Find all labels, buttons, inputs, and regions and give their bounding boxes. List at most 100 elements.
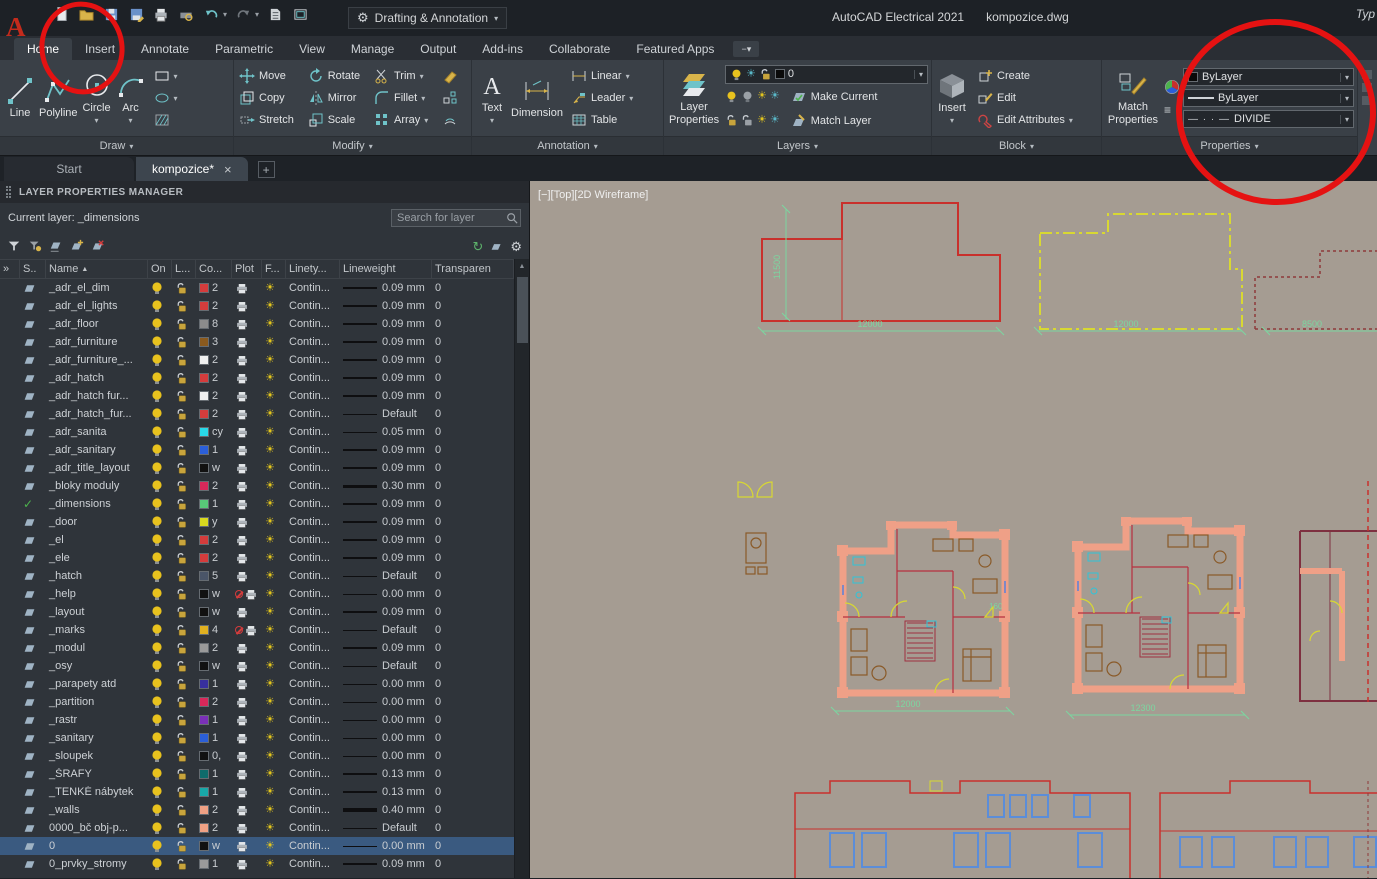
layer-plot-icon[interactable]: [235, 678, 249, 691]
ellipse-button[interactable]: ▾: [152, 89, 180, 107]
match-layer-button[interactable]: Match Layer: [789, 110, 874, 132]
lineweight-value[interactable]: 0.09 mm: [382, 534, 425, 546]
new-tab-button[interactable]: +: [257, 161, 275, 178]
layer-on-icon[interactable]: [151, 281, 163, 295]
layer-transparency[interactable]: 0: [432, 858, 514, 870]
plot-icon[interactable]: [152, 5, 170, 23]
lineweight-value[interactable]: 0.00 mm: [382, 588, 425, 600]
layer-row[interactable]: _el 2 ☀ Contin... 0.09 mm 0: [0, 531, 514, 549]
match-properties-button[interactable]: Match Properties: [1105, 69, 1161, 126]
layer-color-swatch[interactable]: [199, 499, 209, 509]
lineweight-value[interactable]: 0.00 mm: [382, 732, 425, 744]
layer-plot-icon[interactable]: [235, 336, 249, 349]
layer-plot-icon[interactable]: [235, 282, 249, 295]
layer-on-icon[interactable]: [151, 821, 163, 835]
layer-color-swatch[interactable]: [199, 643, 209, 653]
layer-on-icon[interactable]: [151, 713, 163, 727]
layer-transparency[interactable]: 0: [432, 426, 514, 438]
plot-preview-icon[interactable]: [177, 5, 195, 23]
layer-thaw-icon[interactable]: ☀: [770, 91, 780, 102]
layer-row[interactable]: _marks 4 ☀ Contin... Default 0: [0, 621, 514, 639]
layer-color-swatch[interactable]: [199, 517, 209, 527]
layer-linetype[interactable]: Contin...: [286, 480, 340, 492]
layer-transparency[interactable]: 0: [432, 282, 514, 294]
layer-lock-icon[interactable]: [175, 606, 188, 619]
layer-linetype[interactable]: Contin...: [286, 552, 340, 564]
layer-linetype[interactable]: Contin...: [286, 660, 340, 672]
panel-label-annotation[interactable]: Annotation ▾: [472, 136, 663, 155]
layer-row[interactable]: _parapety atd 1 ☀ Contin... 0.00 mm 0: [0, 675, 514, 693]
panel-label-draw[interactable]: Draw ▾: [0, 136, 233, 155]
layer-plot-icon[interactable]: [235, 858, 249, 871]
tab-insert[interactable]: Insert: [72, 38, 128, 60]
layer-row[interactable]: _adr_floor 8 ☀ Contin... 0.09 mm 0: [0, 315, 514, 333]
table-button[interactable]: Table: [569, 109, 635, 131]
layer-freeze-icon[interactable]: ☀: [265, 769, 275, 780]
layer-transparency[interactable]: 0: [432, 534, 514, 546]
application-menu-button[interactable]: A: [6, 12, 26, 43]
lineweight-value[interactable]: 0.09 mm: [382, 300, 425, 312]
lineweight-value[interactable]: 0.00 mm: [382, 750, 425, 762]
layer-lock-icon[interactable]: [175, 660, 188, 673]
layer-freeze-icon[interactable]: ☀: [265, 643, 275, 654]
layer-freeze-icon[interactable]: ☀: [265, 409, 275, 420]
layer-transparency[interactable]: 0: [432, 804, 514, 816]
layer-freeze-icon[interactable]: ☀: [265, 805, 275, 816]
layer-color-swatch[interactable]: [199, 679, 209, 689]
lineweight-value[interactable]: 0.09 mm: [382, 372, 425, 384]
layer-transparency[interactable]: 0: [432, 570, 514, 582]
layer-search-input[interactable]: [391, 209, 521, 227]
layer-on-icon[interactable]: [151, 569, 163, 583]
layer-lock-icon[interactable]: [175, 588, 188, 601]
layer-row[interactable]: _help w ☀ Contin... 0.00 mm 0: [0, 585, 514, 603]
layer-lock-icon[interactable]: [175, 372, 188, 385]
layer-lock-icon[interactable]: [175, 714, 188, 727]
layer-row[interactable]: _adr_hatch 2 ☀ Contin... 0.09 mm 0: [0, 369, 514, 387]
layer-plot-icon[interactable]: [235, 408, 249, 421]
layer-lock-icon[interactable]: [175, 426, 188, 439]
layer-freeze-icon[interactable]: ☀: [265, 445, 275, 456]
layer-lock-icon[interactable]: [175, 444, 188, 457]
layer-color-swatch[interactable]: [199, 733, 209, 743]
layer-lock-icon[interactable]: [175, 696, 188, 709]
create-block-button[interactable]: Create: [975, 65, 1075, 87]
layer-color-swatch[interactable]: [199, 751, 209, 761]
drawing-viewport[interactable]: [−][Top][2D Wireframe] 11500 12000 12000…: [530, 181, 1377, 878]
layer-color-swatch[interactable]: [199, 463, 209, 473]
layer-freeze-icon[interactable]: ☀: [265, 355, 275, 366]
lineweight-value[interactable]: 0.30 mm: [382, 480, 425, 492]
layer-transparency[interactable]: 0: [432, 732, 514, 744]
layer-row[interactable]: _layout w ☀ Contin... 0.09 mm 0: [0, 603, 514, 621]
layer-lock-icon[interactable]: [175, 300, 188, 313]
layer-color-swatch[interactable]: [199, 823, 209, 833]
layer-freeze-icon[interactable]: ☀: [265, 787, 275, 798]
layer-plot-icon[interactable]: [244, 588, 258, 601]
text-button[interactable]: A Text ▾: [475, 70, 509, 125]
layer-lock-tool-icon[interactable]: [725, 114, 738, 127]
tab-output[interactable]: Output: [407, 38, 469, 60]
layer-freeze-icon[interactable]: ☀: [265, 517, 275, 528]
layer-on-icon[interactable]: [151, 749, 163, 763]
lineweight-value[interactable]: Default: [382, 660, 417, 672]
layer-on-icon[interactable]: [151, 533, 163, 547]
layer-row[interactable]: _adr_hatch fur... 2 ☀ Contin... 0.09 mm …: [0, 387, 514, 405]
layer-plot-icon[interactable]: [235, 696, 249, 709]
leader-button[interactable]: Leader ▾: [569, 87, 635, 109]
redo-icon[interactable]: [234, 5, 252, 23]
layer-on-icon[interactable]: [151, 659, 163, 673]
layer-on-icon[interactable]: [151, 461, 163, 475]
layer-plot-icon[interactable]: [235, 768, 249, 781]
layer-freeze-icon[interactable]: ☀: [265, 859, 275, 870]
lineweight-value[interactable]: 0.09 mm: [382, 462, 425, 474]
layer-plot-icon[interactable]: [235, 570, 249, 583]
layer-freeze-icon[interactable]: ☀: [265, 301, 275, 312]
layer-linetype[interactable]: Contin...: [286, 804, 340, 816]
layer-plot-icon[interactable]: [235, 606, 249, 619]
layer-plot-icon[interactable]: [235, 390, 249, 403]
layer-transparency[interactable]: 0: [432, 390, 514, 402]
layer-color-swatch[interactable]: [199, 841, 209, 851]
layer-linetype[interactable]: Contin...: [286, 534, 340, 546]
layer-lock-icon[interactable]: [175, 336, 188, 349]
dimension-button[interactable]: Dimension: [509, 75, 565, 120]
layer-linetype[interactable]: Contin...: [286, 462, 340, 474]
